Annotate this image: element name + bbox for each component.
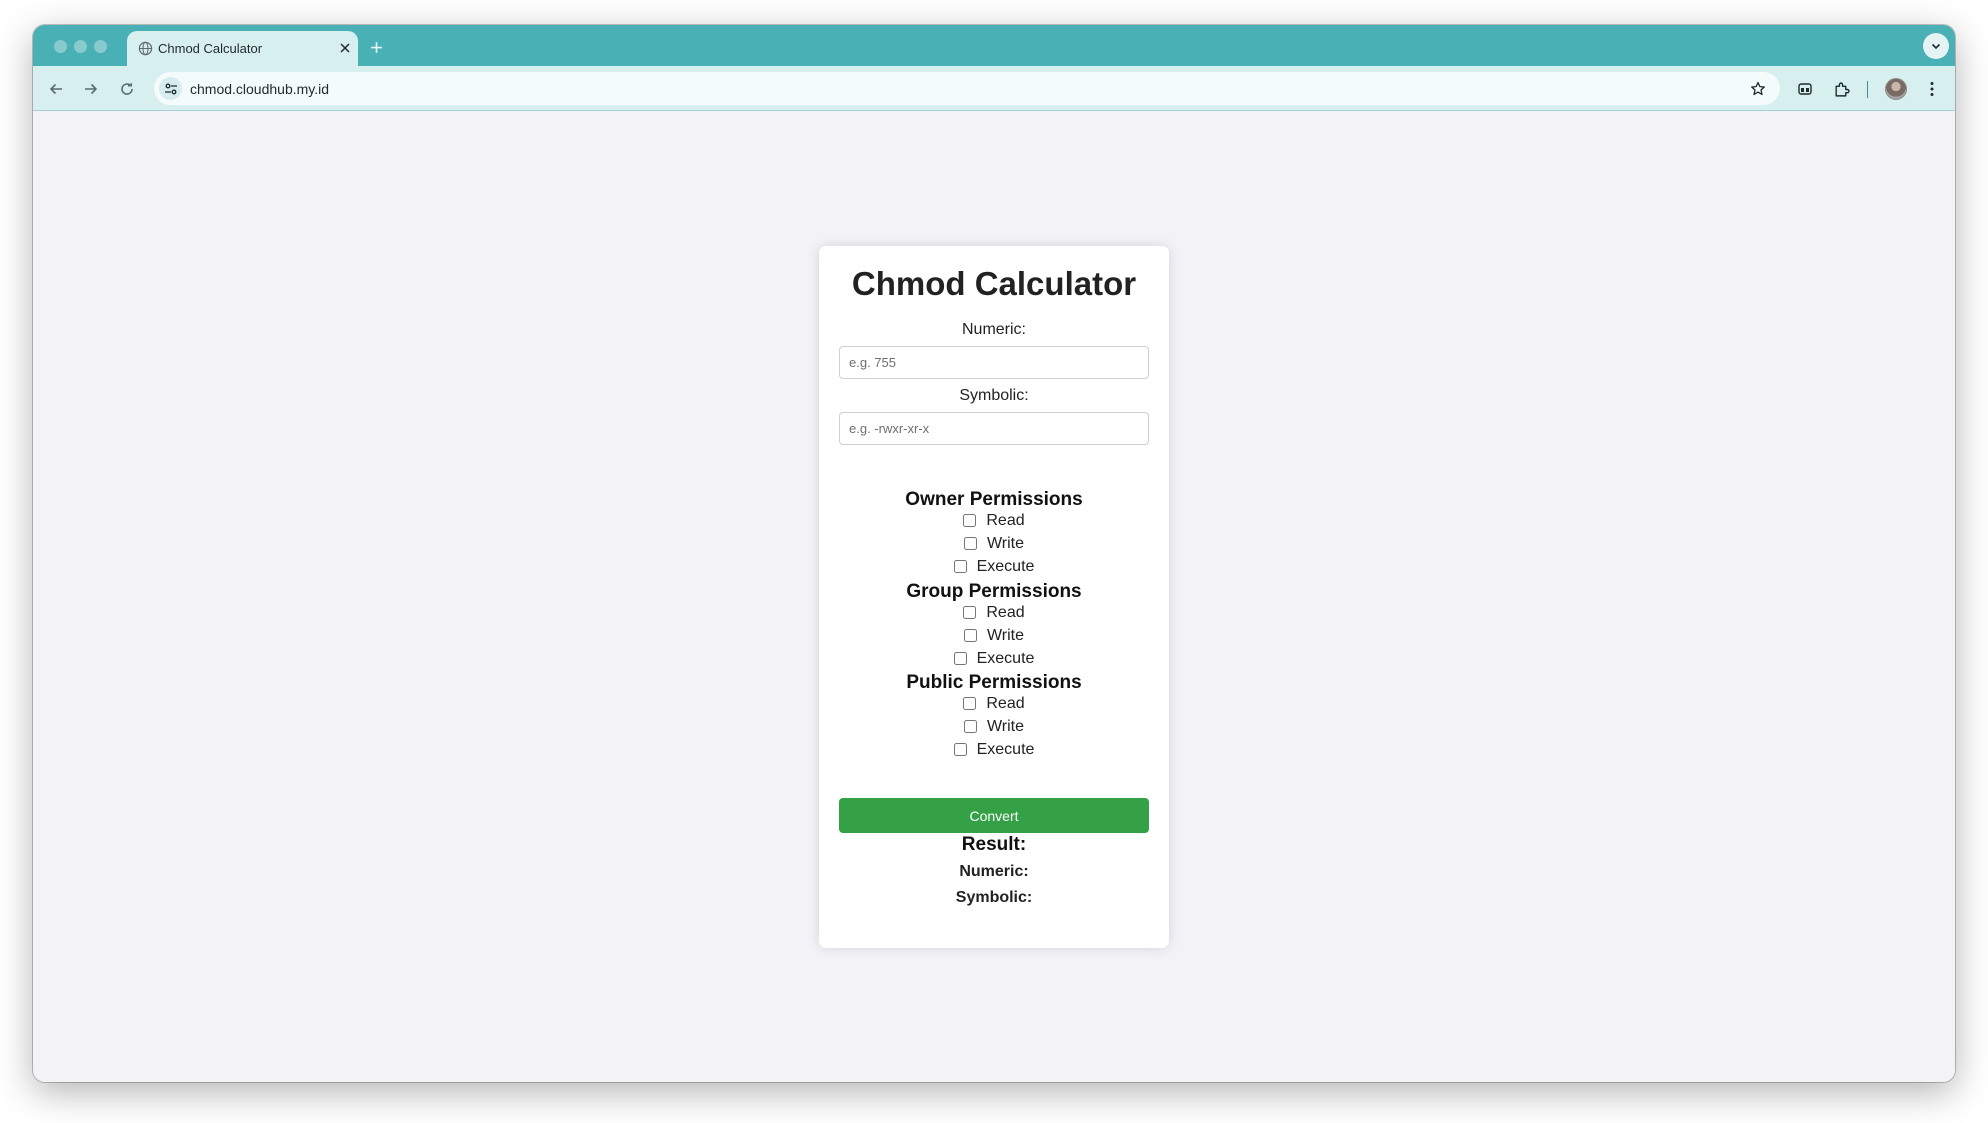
public-write-checkbox[interactable]	[963, 720, 977, 733]
public-read-checkbox[interactable]	[963, 697, 977, 710]
browser-toolbar: chmod.cloudhub.my.id	[33, 66, 1955, 111]
calculator-card: Chmod Calculator Numeric: Symbolic: Owne…	[819, 246, 1169, 948]
group-execute-option[interactable]: Execute	[819, 647, 1169, 670]
public-read-option[interactable]: Read	[819, 692, 1169, 715]
owner-execute-option[interactable]: Execute	[819, 555, 1169, 578]
close-tab-icon[interactable]	[336, 39, 354, 57]
symbolic-label: Symbolic:	[959, 387, 1029, 404]
public-execute-option[interactable]: Execute	[819, 738, 1169, 761]
toolbar-divider	[1867, 81, 1868, 98]
owner-write-option[interactable]: Write	[819, 532, 1169, 555]
forward-arrow-icon[interactable]	[80, 78, 102, 100]
reading-mode-icon[interactable]	[1794, 78, 1816, 100]
owner-execute-checkbox[interactable]	[953, 560, 967, 573]
owner-write-checkbox[interactable]	[963, 537, 977, 550]
group-execute-checkbox[interactable]	[953, 652, 967, 665]
owner-read-checkbox[interactable]	[963, 514, 977, 527]
result-heading: Result:	[961, 834, 1027, 855]
owner-write-label: Write	[986, 534, 1025, 552]
group-read-checkbox[interactable]	[963, 606, 977, 619]
public-write-label: Write	[986, 717, 1025, 735]
tab-search-chevron-icon[interactable]	[1923, 33, 1949, 59]
owner-read-label: Read	[986, 511, 1025, 529]
close-window-button[interactable]	[54, 40, 67, 53]
group-write-checkbox[interactable]	[963, 629, 977, 642]
bookmark-star-icon[interactable]	[1748, 79, 1768, 99]
public-read-label: Read	[986, 694, 1025, 712]
browser-window: Chmod Calculator chmod.cloudhub.my.id Ch…	[33, 25, 1955, 1082]
result-numeric-label: Numeric:	[959, 863, 1029, 880]
maximize-window-button[interactable]	[94, 40, 107, 53]
result-symbolic-label: Symbolic:	[955, 889, 1033, 906]
globe-icon	[138, 41, 153, 56]
convert-button[interactable]: Convert	[839, 798, 1149, 833]
result-numeric: Numeric:	[819, 863, 1169, 881]
owner-execute-label: Execute	[976, 557, 1035, 575]
page-viewport: Chmod Calculator Numeric: Symbolic: Owne…	[33, 112, 1955, 1082]
kebab-menu-icon[interactable]	[1921, 78, 1943, 100]
group-read-label: Read	[986, 603, 1025, 621]
numeric-input[interactable]	[839, 346, 1149, 379]
result-symbolic: Symbolic:	[819, 889, 1169, 907]
tab-chmod-calculator[interactable]: Chmod Calculator	[127, 31, 358, 66]
page-title: Chmod Calculator	[851, 265, 1137, 302]
site-info-icon[interactable]	[159, 77, 182, 100]
back-arrow-icon[interactable]	[45, 78, 67, 100]
symbolic-input[interactable]	[839, 412, 1149, 445]
owner-permissions-heading: Owner Permissions	[905, 489, 1083, 510]
new-tab-icon[interactable]	[366, 37, 386, 57]
url-text[interactable]: chmod.cloudhub.my.id	[190, 81, 329, 97]
public-write-option[interactable]: Write	[819, 715, 1169, 738]
minimize-window-button[interactable]	[74, 40, 87, 53]
tab-strip: Chmod Calculator	[33, 25, 1955, 66]
group-read-option[interactable]: Read	[819, 601, 1169, 624]
profile-avatar[interactable]	[1885, 78, 1907, 100]
address-bar[interactable]: chmod.cloudhub.my.id	[154, 72, 1780, 105]
tab-title: Chmod Calculator	[158, 41, 263, 56]
numeric-label: Numeric:	[961, 321, 1026, 338]
public-execute-label: Execute	[976, 740, 1035, 758]
owner-read-option[interactable]: Read	[819, 509, 1169, 532]
group-permissions-heading: Group Permissions	[906, 581, 1082, 602]
group-execute-label: Execute	[976, 649, 1035, 667]
group-write-label: Write	[986, 626, 1025, 644]
reload-icon[interactable]	[116, 78, 138, 100]
extensions-puzzle-icon[interactable]	[1830, 78, 1852, 100]
group-write-option[interactable]: Write	[819, 624, 1169, 647]
public-execute-checkbox[interactable]	[953, 743, 967, 756]
public-permissions-heading: Public Permissions	[906, 672, 1082, 693]
